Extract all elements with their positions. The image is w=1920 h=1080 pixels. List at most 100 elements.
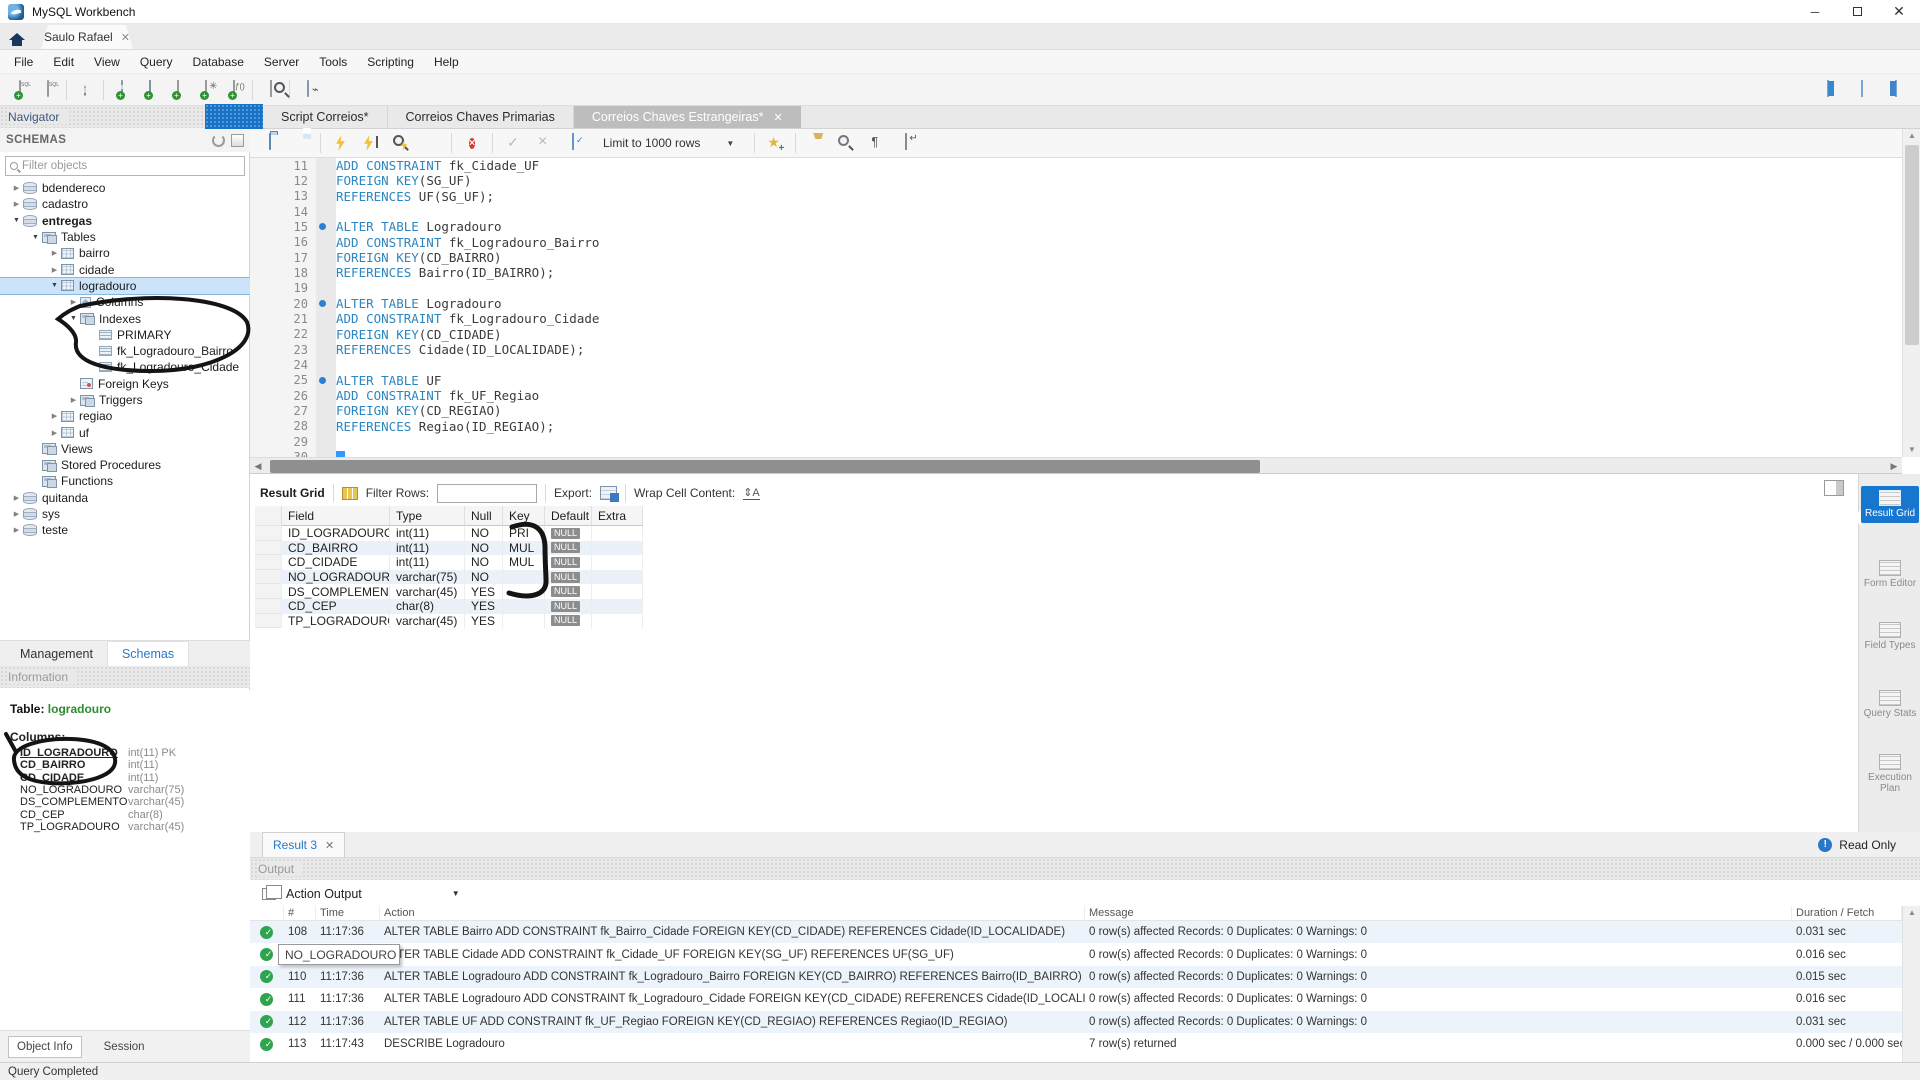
cell-field[interactable]: TP_LOGRADOURO xyxy=(282,614,390,629)
cell-default[interactable]: NULL xyxy=(545,555,592,570)
export-icon[interactable] xyxy=(600,486,617,500)
tree-item-cadastro[interactable]: cadastro xyxy=(0,196,250,212)
stop-button[interactable] xyxy=(417,130,445,156)
menu-scripting[interactable]: Scripting xyxy=(357,50,424,73)
schema-filter-input[interactable] xyxy=(22,160,222,172)
cell-extra[interactable] xyxy=(592,526,643,541)
tree-item-bdendereco[interactable]: bdendereco xyxy=(0,180,250,196)
row-header[interactable] xyxy=(255,614,282,629)
expander-icon[interactable] xyxy=(10,510,23,518)
cell-key[interactable] xyxy=(503,584,545,599)
output-row[interactable]: ✓10811:17:36ALTER TABLE Bairro ADD CONST… xyxy=(250,921,1902,943)
tree-item-sys[interactable]: sys xyxy=(0,506,250,522)
output-vertical-scrollbar[interactable]: ▲ ▼ xyxy=(1902,906,1920,1080)
column-header-default[interactable]: Default xyxy=(545,506,592,526)
reconnect-db-button[interactable] xyxy=(294,77,322,103)
toggle-right-sidebar-button[interactable] xyxy=(1882,77,1910,103)
cell-extra[interactable] xyxy=(592,614,643,629)
output-row[interactable]: ✓10911:17:36ALTER TABLE Cidade ADD CONST… xyxy=(250,943,1902,965)
result-grid[interactable]: FieldTypeNullKeyDefaultExtraID_LOGRADOUR… xyxy=(255,506,643,628)
output-row[interactable]: ✓11311:17:43DESCRIBE Logradouro7 row(s) … xyxy=(250,1033,1902,1055)
open-sql-script-button[interactable] xyxy=(34,77,62,103)
expander-icon[interactable] xyxy=(48,429,61,437)
cell-extra[interactable] xyxy=(592,555,643,570)
tree-item-indexes[interactable]: Indexes xyxy=(0,310,250,326)
cell-type[interactable]: int(11) xyxy=(390,541,465,556)
expander-icon[interactable] xyxy=(48,249,61,257)
cell-extra[interactable] xyxy=(592,599,643,614)
tree-item-fk-logradouro-cidade[interactable]: fk_Logradouro_Cidade xyxy=(0,359,250,375)
cell-type[interactable]: varchar(45) xyxy=(390,584,465,599)
tree-item-columns[interactable]: Columns xyxy=(0,294,250,310)
cell-key[interactable]: PRI xyxy=(503,526,545,541)
tab-schemas[interactable]: Schemas xyxy=(107,641,189,666)
scroll-down-icon[interactable]: ▼ xyxy=(1903,443,1920,457)
row-header[interactable] xyxy=(255,584,282,599)
clean-button[interactable] xyxy=(802,130,830,156)
row-header[interactable] xyxy=(255,555,282,570)
explain-button[interactable] xyxy=(387,130,415,156)
invisibles-button[interactable] xyxy=(862,130,890,156)
cell-default[interactable]: NULL xyxy=(545,570,592,585)
cell-type[interactable]: char(8) xyxy=(390,599,465,614)
assistant-button[interactable] xyxy=(1780,77,1808,103)
schema-filter-box[interactable] xyxy=(5,156,245,176)
create-procedure-button[interactable] xyxy=(192,77,220,103)
menu-edit[interactable]: Edit xyxy=(43,50,84,73)
tree-item-logradouro[interactable]: logradouro xyxy=(0,278,250,294)
expander-icon[interactable] xyxy=(10,184,23,192)
create-table-button[interactable] xyxy=(136,77,164,103)
cell-type[interactable]: varchar(75) xyxy=(390,570,465,585)
create-function-button[interactable] xyxy=(220,77,248,103)
maximize-button[interactable] xyxy=(1836,0,1878,23)
tree-item-cidade[interactable]: cidade xyxy=(0,261,250,277)
cell-null[interactable]: NO xyxy=(465,555,503,570)
cell-extra[interactable] xyxy=(592,570,643,585)
cell-null[interactable]: NO xyxy=(465,570,503,585)
tree-item-triggers[interactable]: Triggers xyxy=(0,392,250,408)
commit-button[interactable] xyxy=(499,130,527,156)
editor-tab-script-correios-[interactable]: Script Correios* xyxy=(263,106,388,128)
tree-item-bairro[interactable]: bairro xyxy=(0,245,250,261)
cell-key[interactable] xyxy=(503,599,545,614)
tree-item-views[interactable]: Views xyxy=(0,441,250,457)
filter-rows-input[interactable] xyxy=(437,484,537,503)
editor-vertical-scrollbar[interactable]: ▲ ▼ xyxy=(1902,129,1920,457)
row-header[interactable] xyxy=(255,526,282,541)
cell-extra[interactable] xyxy=(592,584,643,599)
inspector-button[interactable] xyxy=(71,77,99,103)
editor-tab-close-icon[interactable]: ✕ xyxy=(774,111,783,124)
toggle-stop-on-error-button[interactable] xyxy=(458,130,486,156)
output-row[interactable]: ✓11211:17:36ALTER TABLE UF ADD CONSTRAIN… xyxy=(250,1011,1902,1033)
scroll-up-icon[interactable]: ▲ xyxy=(1903,906,1920,920)
limit-rows-select[interactable]: Limit to 1000 rows▼ xyxy=(597,134,740,152)
cell-default[interactable]: NULL xyxy=(545,614,592,629)
cell-null[interactable]: YES xyxy=(465,584,503,599)
cell-field[interactable]: CD_CEP xyxy=(282,599,390,614)
expander-icon[interactable] xyxy=(10,526,23,534)
tree-item-stored-procedures[interactable]: Stored Procedures xyxy=(0,457,250,473)
toggle-left-sidebar-button[interactable] xyxy=(1814,77,1842,103)
cell-null[interactable]: YES xyxy=(465,599,503,614)
row-header[interactable] xyxy=(255,541,282,556)
expander-icon[interactable] xyxy=(67,396,80,404)
expander-icon[interactable] xyxy=(67,298,80,306)
cell-type[interactable]: varchar(45) xyxy=(390,614,465,629)
menu-database[interactable]: Database xyxy=(183,50,254,73)
cell-null[interactable]: YES xyxy=(465,614,503,629)
sidebar-form-editor[interactable]: Form Editor xyxy=(1861,556,1919,589)
column-header-type[interactable]: Type xyxy=(390,506,465,526)
expander-icon[interactable] xyxy=(48,282,61,289)
result-tab[interactable]: Result 3 ✕ xyxy=(262,832,345,857)
cell-null[interactable]: NO xyxy=(465,541,503,556)
expander-icon[interactable] xyxy=(48,266,61,274)
column-header-key[interactable]: Key xyxy=(503,506,545,526)
sidebar-execution-plan[interactable]: Execution Plan xyxy=(1861,750,1919,794)
cell-default[interactable]: NULL xyxy=(545,599,592,614)
expander-icon[interactable] xyxy=(10,200,23,208)
rollback-button[interactable] xyxy=(529,130,557,156)
menu-server[interactable]: Server xyxy=(254,50,309,73)
cell-field[interactable]: DS_COMPLEMENTO xyxy=(282,584,390,599)
menu-tools[interactable]: Tools xyxy=(309,50,357,73)
tree-item-teste[interactable]: teste xyxy=(0,522,250,538)
